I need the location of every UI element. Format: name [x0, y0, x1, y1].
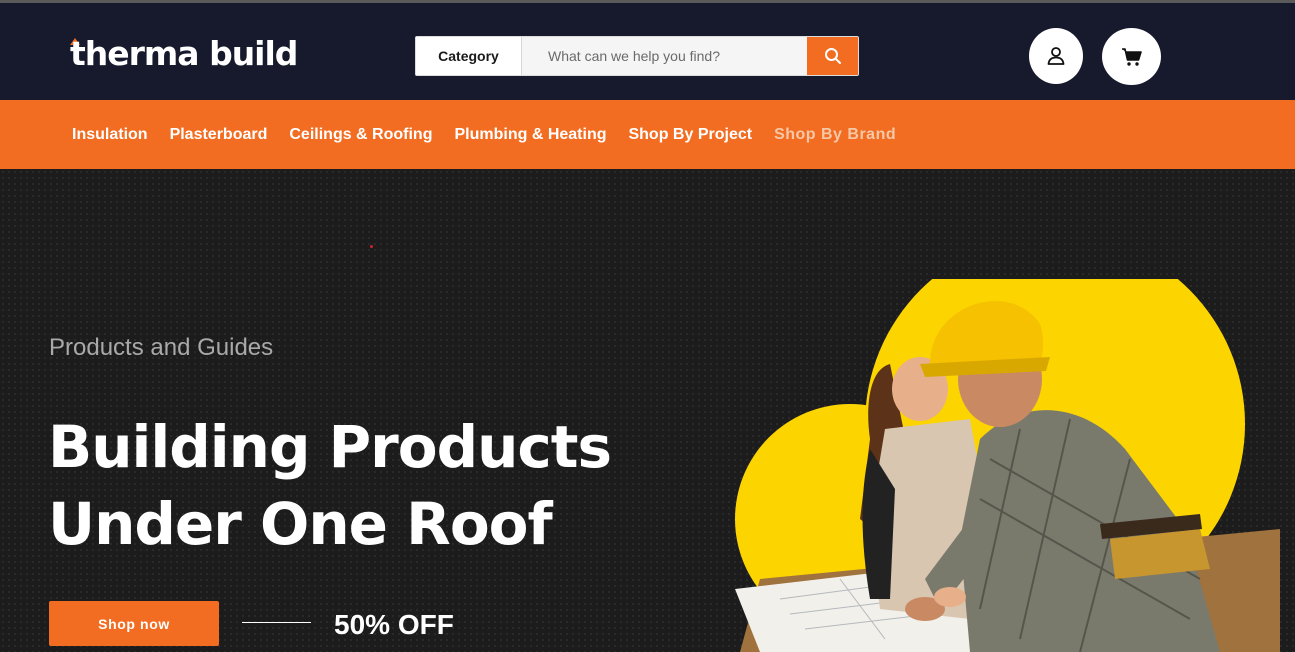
- search-input[interactable]: [522, 37, 807, 75]
- cart-icon: [1121, 47, 1142, 66]
- decorative-dot: [370, 245, 373, 248]
- cart-button[interactable]: [1102, 28, 1161, 85]
- hero-banner: Products and Guides Building Products Un…: [0, 169, 1295, 652]
- nav-item-insulation[interactable]: Insulation: [72, 126, 148, 144]
- hero-workers-illustration: [735, 279, 1280, 652]
- hero-eyebrow: Products and Guides: [49, 334, 274, 361]
- headline-line-1: Building Products: [48, 413, 612, 481]
- search-icon: [824, 48, 841, 64]
- account-button[interactable]: [1029, 28, 1083, 84]
- main-nav: Insulation Plasterboard Ceilings & Roofi…: [0, 100, 1295, 169]
- search-bar: Category: [415, 36, 859, 76]
- shop-now-button[interactable]: Shop now: [49, 601, 219, 646]
- category-dropdown[interactable]: Category: [416, 37, 522, 75]
- nav-item-shop-by-project[interactable]: Shop By Project: [628, 126, 752, 144]
- nav-item-shop-by-brand[interactable]: Shop By Brand: [774, 126, 896, 144]
- top-header: therma build Category: [0, 0, 1295, 100]
- nav-item-plumbing-heating[interactable]: Plumbing & Heating: [454, 126, 606, 144]
- logo[interactable]: therma build: [70, 34, 298, 73]
- divider-line: [242, 622, 311, 623]
- user-icon: [1047, 47, 1065, 65]
- nav-item-ceilings-roofing[interactable]: Ceilings & Roofing: [289, 126, 432, 144]
- search-button[interactable]: [807, 37, 858, 75]
- hero-headline: Building Products Under One Roof: [48, 409, 612, 563]
- offer-text: 50% OFF: [334, 609, 454, 640]
- headline-line-2: Under One Roof: [48, 490, 553, 558]
- nav-item-plasterboard[interactable]: Plasterboard: [170, 126, 268, 144]
